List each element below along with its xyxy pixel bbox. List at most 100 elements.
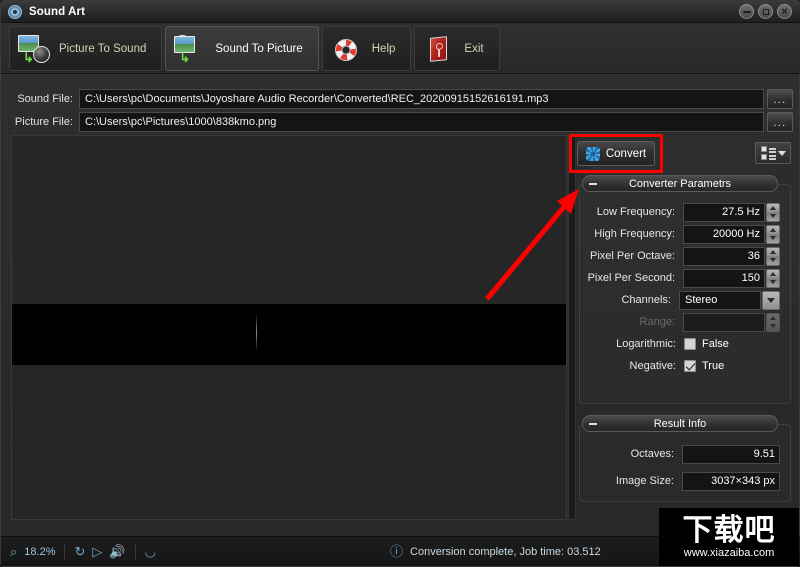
gear-icon	[585, 146, 600, 161]
param-row-pixel-per-second: Pixel Per Second: 150	[580, 267, 780, 289]
collapse-icon[interactable]	[589, 182, 597, 185]
watermark-url: www.xiazaiba.com	[683, 546, 775, 559]
comment-icon[interactable]: ◡	[145, 545, 156, 558]
tab-picture-to-sound[interactable]: ↳ Picture To Sound	[9, 26, 163, 71]
pixel-per-octave-input[interactable]: 36	[683, 246, 765, 266]
canvas-vertical-scrollbar[interactable]	[568, 135, 576, 520]
converter-parameters-title: Converter Parametrs	[628, 177, 732, 190]
spectrogram-marker	[256, 314, 257, 352]
app-gear-icon	[8, 4, 22, 19]
pixel-per-second-input[interactable]: 150	[683, 268, 765, 288]
toolbar: ↳ Picture To Sound ↳ Sound To Picture He…	[1, 24, 800, 74]
title-bar: Sound Art ✕	[1, 1, 800, 23]
image-size-value: 3037×343 px	[682, 471, 780, 491]
magnifier-icon: ⌕	[10, 544, 18, 559]
sound-file-input[interactable]: C:\Users\pc\Documents\Joyoshare Audio Re…	[79, 89, 764, 109]
param-row-pixel-per-octave: Pixel Per Octave: 36	[580, 245, 780, 267]
speaker-icon[interactable]: 🔊	[109, 545, 125, 558]
result-label: Octaves:	[630, 448, 674, 460]
collapse-icon[interactable]	[589, 422, 597, 425]
range-input	[683, 312, 765, 332]
param-label: Pixel Per Second:	[587, 272, 675, 284]
result-row-image-size: Image Size: 3037×343 px	[580, 470, 780, 492]
status-message-group: ⓘ Conversion complete, Job time: 03.512	[390, 545, 601, 558]
picture-file-input[interactable]: C:\Users\pc\Pictures\1000\838kmo.png	[79, 112, 764, 132]
logarithmic-checkbox[interactable]	[684, 338, 696, 350]
param-label: Pixel Per Octave:	[590, 250, 675, 262]
chevron-down-icon	[777, 150, 786, 156]
pixel-per-second-stepper[interactable]	[766, 268, 780, 288]
result-info-panel: Result Info Octaves: 9.51 Image Size: 30…	[579, 415, 791, 502]
picture-file-row: Picture File: C:\Users\pc\Pictures\1000\…	[9, 111, 793, 133]
sound-file-browse-button[interactable]: ...	[767, 89, 793, 109]
status-message: Conversion complete, Job time: 03.512	[410, 545, 601, 558]
tab-help[interactable]: Help	[321, 26, 412, 71]
close-button[interactable]: ✕	[777, 4, 792, 19]
param-row-channels: Channels: Stereo	[580, 289, 780, 311]
param-row-negative: Negative: True	[580, 355, 780, 377]
comment-group: ◡	[136, 543, 165, 561]
sound-file-row: Sound File: C:\Users\pc\Documents\Joyosh…	[9, 88, 793, 110]
zoom-level: 18.2%	[24, 545, 56, 558]
channels-select-value[interactable]: Stereo	[679, 290, 761, 310]
sound-art-window: Sound Art ✕ ↳ Picture To Sound ↳ Sound T…	[0, 0, 800, 567]
convert-button-label: Convert	[605, 147, 647, 160]
result-info-title: Result Info	[653, 417, 707, 430]
spectrogram-canvas[interactable]	[11, 135, 567, 520]
logarithmic-value: False	[702, 338, 729, 350]
playback-controls: ↻ ▷ 🔊	[65, 543, 134, 561]
param-label: High Frequency:	[594, 228, 675, 240]
watermark: 下载吧 www.xiazaiba.com	[659, 508, 799, 566]
param-label: Negative:	[629, 360, 676, 372]
negative-checkbox[interactable]	[684, 360, 696, 372]
tab-label: Help	[371, 42, 396, 55]
result-row-octaves: Octaves: 9.51	[580, 443, 780, 465]
result-label: Image Size:	[615, 475, 674, 487]
minimize-button[interactable]	[739, 4, 754, 19]
result-info-header[interactable]: Result Info	[582, 415, 778, 432]
param-label: Low Frequency:	[596, 206, 675, 218]
octaves-value: 9.51	[682, 444, 780, 464]
tab-label: Exit	[464, 42, 484, 55]
param-row-high-frequency: High Frequency: 20000 Hz	[580, 223, 780, 245]
negative-value: True	[702, 360, 725, 372]
sound-file-label: Sound File:	[17, 93, 73, 105]
window-controls: ✕	[739, 4, 796, 19]
sound-to-picture-icon: ↳	[174, 34, 206, 64]
maximize-button[interactable]	[758, 4, 773, 19]
converter-parameters-header[interactable]: Converter Parametrs	[582, 175, 778, 192]
view-mode-dropdown[interactable]	[755, 142, 791, 164]
picture-file-browse-button[interactable]: ...	[767, 112, 793, 132]
param-row-low-frequency: Low Frequency: 27.5 Hz	[580, 201, 780, 223]
low-frequency-stepper[interactable]	[766, 202, 780, 222]
picture-to-sound-icon: ↳	[18, 34, 50, 64]
high-frequency-stepper[interactable]	[766, 224, 780, 244]
range-stepper	[766, 312, 780, 332]
converter-parameters-panel: Converter Parametrs Low Frequency: 27.5 …	[579, 175, 791, 404]
refresh-icon[interactable]: ↻	[74, 545, 85, 558]
window-title: Sound Art	[29, 5, 86, 18]
param-row-range: Range:	[580, 311, 780, 333]
tab-exit[interactable]: Exit	[414, 26, 500, 71]
param-label: Range:	[639, 316, 675, 328]
pixel-per-octave-stepper[interactable]	[766, 246, 780, 266]
tab-label: Picture To Sound	[59, 42, 147, 55]
channels-dropdown-button[interactable]	[762, 290, 780, 310]
picture-file-label: Picture File:	[14, 116, 73, 128]
spectrogram-image	[12, 304, 566, 365]
high-frequency-input[interactable]: 20000 Hz	[683, 224, 765, 244]
param-label: Channels:	[621, 294, 671, 306]
zoom-indicator[interactable]: ⌕ 18.2%	[1, 543, 64, 561]
list-view-dropdown-icon	[760, 146, 776, 160]
life-ring-icon	[331, 34, 363, 64]
tab-label: Sound To Picture	[215, 42, 303, 55]
low-frequency-input[interactable]: 27.5 Hz	[683, 202, 765, 222]
tab-sound-to-picture[interactable]: ↳ Sound To Picture	[165, 26, 319, 71]
param-row-logarithmic: Logarithmic: False	[580, 333, 780, 355]
param-label: Logarithmic:	[616, 338, 676, 350]
convert-button[interactable]: Convert	[577, 141, 655, 166]
watermark-logo-text: 下载吧	[682, 512, 776, 548]
exit-door-icon	[423, 34, 455, 64]
play-icon[interactable]: ▷	[92, 545, 102, 558]
info-icon: ⓘ	[390, 544, 404, 559]
